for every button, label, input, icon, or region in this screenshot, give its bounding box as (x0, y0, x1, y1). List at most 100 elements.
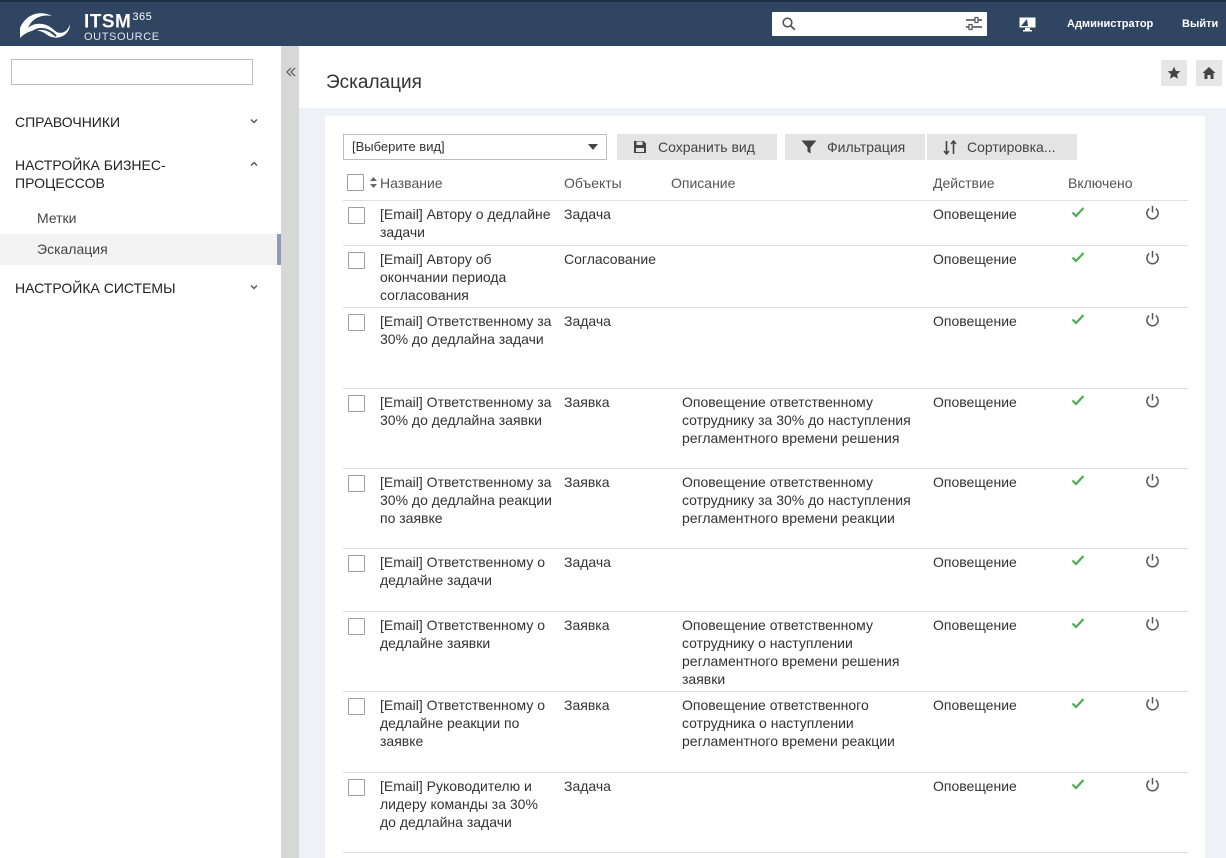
row-name[interactable]: [Email] Руководителю и лидеру команды за… (380, 777, 552, 831)
filter-settings-icon[interactable] (965, 16, 983, 32)
filter-label: Фильтрация (827, 139, 906, 155)
table-row[interactable]: [Email] Руководителю и лидеру команды за… (343, 773, 1188, 853)
row-description: Оповещение ответственному сотруднику за … (682, 474, 911, 526)
table-row[interactable]: [Email] Ответственному о дедлайне задачи… (343, 549, 1188, 612)
table-row[interactable]: [Email] Ответственному за 30% до дедлайн… (343, 389, 1188, 469)
row-object: Задача (564, 206, 611, 222)
row-action: Оповещение (933, 251, 1017, 267)
funnel-icon (801, 140, 817, 154)
global-search-input[interactable] (772, 12, 987, 36)
row-name[interactable]: [Email] Ответственному за 30% до дедлайн… (380, 393, 552, 429)
row-checkbox[interactable] (348, 252, 365, 269)
favorite-button[interactable] (1161, 60, 1187, 86)
power-icon[interactable] (1145, 312, 1160, 327)
row-name[interactable]: [Email] Ответственному за 30% до дедлайн… (380, 473, 552, 527)
power-icon[interactable] (1145, 393, 1160, 408)
table-row[interactable]: [Email] Ответственному за 30% до дедлайн… (343, 469, 1188, 549)
check-icon (1071, 475, 1085, 486)
row-object: Заявка (564, 617, 610, 633)
power-icon[interactable] (1145, 616, 1160, 631)
row-checkbox[interactable] (348, 779, 365, 796)
check-icon (1071, 779, 1085, 790)
power-icon[interactable] (1145, 205, 1160, 220)
logout-link[interactable]: Выйти (1182, 18, 1218, 30)
row-description: Оповещение ответственному сотруднику за … (682, 394, 911, 446)
row-checkbox[interactable] (348, 698, 365, 715)
sidebar-item-escalation[interactable]: Эскалация (0, 234, 281, 265)
column-header-name[interactable]: Название (380, 175, 443, 191)
filter-button[interactable]: Фильтрация (785, 134, 925, 160)
row-name[interactable]: [Email] Ответственному о дедлайне заявки (380, 616, 552, 652)
save-icon (634, 141, 646, 153)
row-name[interactable]: [Email] Ответственному за 30% до дедлайн… (380, 312, 552, 348)
table-row[interactable]: [Email] Ответственному за 30% до дедлайн… (343, 308, 1188, 389)
chevron-down-icon[interactable] (249, 282, 259, 292)
row-object: Заявка (564, 474, 610, 490)
row-checkbox[interactable] (348, 395, 365, 412)
escalation-list-card: [Выберите вид] Сохранить вид Фильтрация … (325, 116, 1205, 858)
row-checkbox[interactable] (348, 618, 365, 635)
check-icon (1071, 314, 1085, 325)
check-icon (1071, 698, 1085, 709)
view-select[interactable]: [Выберите вид] (343, 134, 607, 160)
row-description: Оповещение ответственного сотрудника о н… (682, 697, 895, 749)
column-header-description[interactable]: Описание (671, 175, 735, 191)
row-object: Заявка (564, 394, 610, 410)
row-object: Согласование (564, 251, 656, 267)
page-header: Эскалация (299, 46, 1226, 108)
double-chevron-left-icon[interactable] (285, 66, 297, 78)
row-name[interactable]: [Email] Ответственному о дедлайне задачи (380, 553, 552, 589)
row-action: Оповещение (933, 554, 1017, 570)
user-menu-link[interactable]: Администратор (1067, 18, 1153, 30)
home-button[interactable] (1196, 60, 1222, 86)
table-row[interactable]: [Email] Ответственному о дедлайне заявки… (343, 612, 1188, 692)
table-row[interactable]: [Email] Автору о дедлайне задачи Задача Оп… (343, 201, 1188, 246)
logo[interactable]: ITSM365 OUTSOURCE (16, 7, 166, 43)
chevron-down-icon[interactable] (249, 116, 259, 126)
sidebar-section-directories[interactable]: СПРАВОЧНИКИ (15, 113, 250, 131)
row-checkbox[interactable] (348, 207, 365, 224)
power-icon[interactable] (1145, 696, 1160, 711)
power-icon[interactable] (1145, 553, 1160, 568)
row-name[interactable]: [Email] Автору о дедлайне задачи (380, 205, 552, 241)
sidebar-section-system-settings[interactable]: НАСТРОЙКА СИСТЕМЫ (15, 279, 250, 297)
column-header-objects[interactable]: Объекты (564, 175, 622, 191)
column-header-enabled[interactable]: Включено (1068, 175, 1133, 191)
check-icon (1071, 207, 1085, 218)
home-icon (1202, 67, 1216, 79)
sidebar-section-business-processes[interactable]: НАСТРОЙКА БИЗНЕС-ПРОЦЕССОВ (15, 156, 250, 192)
sort-arrows-icon (943, 140, 957, 155)
row-action: Оповещение (933, 206, 1017, 222)
row-checkbox[interactable] (348, 314, 365, 331)
power-icon[interactable] (1145, 250, 1160, 265)
table-row[interactable]: [Email] Ответственному о дедлайне реакци… (343, 692, 1188, 773)
row-action: Оповещение (933, 697, 1017, 713)
row-checkbox[interactable] (348, 555, 365, 572)
select-all-checkbox[interactable] (347, 174, 364, 191)
chevron-up-icon[interactable] (249, 159, 259, 169)
row-action: Оповещение (933, 313, 1017, 329)
sidebar-item-tags[interactable]: Метки (0, 203, 281, 234)
save-view-button[interactable]: Сохранить вид (617, 134, 777, 160)
logo-wave-icon (20, 13, 70, 39)
row-name[interactable]: [Email] Автору об окончании периода согл… (380, 250, 552, 304)
monitor-icon[interactable] (1019, 17, 1036, 32)
row-checkbox[interactable] (348, 475, 365, 492)
caret-down-icon (588, 144, 598, 150)
logo-text: ITSM365 (84, 11, 153, 33)
column-header-action[interactable]: Действие (933, 175, 995, 191)
page-title: Эскалация (326, 72, 422, 93)
sort-label: Сортировка... (967, 139, 1056, 155)
table-row[interactable]: [Email] Автору об окончании периода согл… (343, 246, 1188, 308)
sort-button[interactable]: Сортировка... (927, 134, 1077, 160)
sidebar-search-input[interactable] (11, 59, 253, 85)
power-icon[interactable] (1145, 777, 1160, 792)
sort-icon[interactable] (370, 177, 377, 188)
row-name[interactable]: [Email] Ответственному о дедлайне реакци… (380, 696, 552, 750)
row-description: Оповещение ответственному сотруднику о н… (682, 617, 900, 687)
row-action: Оповещение (933, 617, 1017, 633)
sidebar-collapse-strip[interactable] (281, 46, 299, 858)
sidebar: СПРАВОЧНИКИ НАСТРОЙКА БИЗНЕС-ПРОЦЕССОВ М… (0, 46, 281, 858)
power-icon[interactable] (1145, 473, 1160, 488)
row-action: Оповещение (933, 394, 1017, 410)
